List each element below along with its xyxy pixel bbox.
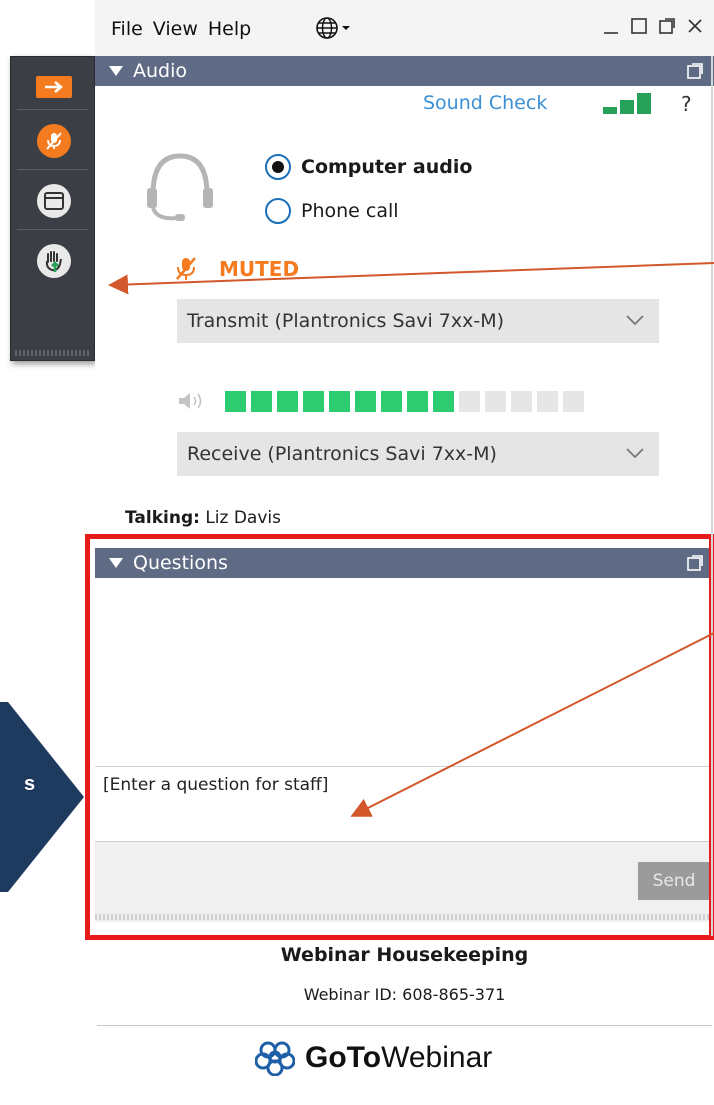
transmit-device-value: Transmit (Plantronics Savi 7xx-M) [187, 310, 504, 332]
chevron-down-icon [626, 448, 644, 459]
arrow-right-icon [44, 81, 63, 93]
microphone-muted-icon [45, 132, 62, 150]
speaker-level-row [177, 390, 584, 412]
level-bar [537, 390, 558, 412]
grab-tab-grip[interactable] [15, 350, 90, 356]
muted-label: MUTED [219, 257, 300, 281]
muted-status: MUTED [175, 256, 299, 282]
minimize-icon [604, 32, 618, 34]
panel-border [711, 56, 713, 936]
footer-divider [97, 1025, 712, 1026]
gotowebinar-control-panel: File View Help Audio Sound Check ? Compu… [85, 0, 714, 1105]
level-bar [485, 390, 506, 412]
radio-computer-audio[interactable]: Computer audio [265, 154, 472, 180]
raise-hand-icon [45, 251, 62, 272]
level-bar [225, 390, 246, 412]
receive-device-value: Receive (Plantronics Savi 7xx-M) [187, 443, 497, 465]
brand-webinar: Webinar [381, 1041, 493, 1074]
level-bar [563, 390, 584, 412]
chevron-down-icon [626, 315, 644, 326]
speaker-icon [179, 393, 202, 409]
grab-tab[interactable] [10, 56, 95, 361]
window-icon [43, 192, 64, 210]
audio-help-button[interactable]: ? [681, 92, 692, 116]
screen-view-button[interactable] [11, 179, 96, 223]
webinar-title: Webinar Housekeeping [280, 944, 529, 966]
gotowebinar-flower-icon [255, 1041, 295, 1076]
maximize-icon [631, 18, 647, 34]
signal-strength-icon [603, 92, 651, 114]
talking-name: Liz Davis [205, 508, 281, 528]
audio-popout-icon[interactable] [686, 62, 704, 80]
radio-phone-call[interactable]: Phone call [265, 198, 399, 224]
brand-goto: GoTo [305, 1041, 382, 1074]
menu-bar: File View Help [95, 0, 714, 56]
computer-audio-label: Computer audio [301, 156, 473, 178]
headset-icon [147, 153, 213, 221]
maximize-button[interactable] [628, 14, 650, 38]
talking-indicator: Talking: Liz Davis [125, 508, 281, 528]
callout-pointer [0, 702, 84, 892]
close-icon [688, 19, 702, 33]
audio-header-label: Audio [133, 60, 188, 82]
transmit-device-select[interactable]: Transmit (Plantronics Savi 7xx-M) [177, 299, 659, 343]
raise-hand-button[interactable] [11, 239, 96, 283]
phone-call-label: Phone call [301, 200, 399, 222]
level-bar [407, 390, 428, 412]
level-bar [251, 390, 272, 412]
mic-mute-button[interactable] [11, 119, 96, 163]
level-bar [459, 390, 480, 412]
webinar-id: Webinar ID: 608-865-371 [303, 985, 506, 1004]
globe-icon [316, 17, 338, 39]
level-bar [433, 390, 454, 412]
sound-check-link[interactable]: Sound Check [423, 92, 547, 114]
microphone-muted-icon [176, 257, 196, 280]
callout-text: s [24, 773, 36, 795]
menu-file[interactable]: File [111, 18, 143, 40]
level-bar [277, 390, 298, 412]
collapse-panel-button[interactable] [11, 69, 96, 105]
minimize-button[interactable] [600, 14, 622, 38]
radio-selected-icon[interactable] [265, 154, 291, 180]
popout-icon [659, 18, 675, 34]
level-bar [511, 390, 532, 412]
audio-section-header[interactable]: Audio [95, 56, 714, 86]
popout-button[interactable] [656, 14, 678, 38]
gotowebinar-logo: GoToWebinar [255, 1040, 492, 1076]
speaker-level-meter [225, 390, 584, 412]
level-bar [329, 390, 350, 412]
radio-unselected-icon[interactable] [265, 198, 291, 224]
receive-device-select[interactable]: Receive (Plantronics Savi 7xx-M) [177, 432, 659, 476]
menu-view[interactable]: View [153, 18, 198, 40]
level-bar [381, 390, 402, 412]
questions-highlight-box [85, 534, 714, 940]
talking-label: Talking: [125, 508, 200, 528]
caret-down-icon [342, 26, 350, 30]
menu-help[interactable]: Help [208, 18, 251, 40]
close-button[interactable] [684, 14, 706, 38]
level-bar [303, 390, 324, 412]
language-menu[interactable] [315, 16, 351, 40]
collapse-triangle-icon [109, 66, 123, 76]
level-bar [355, 390, 376, 412]
